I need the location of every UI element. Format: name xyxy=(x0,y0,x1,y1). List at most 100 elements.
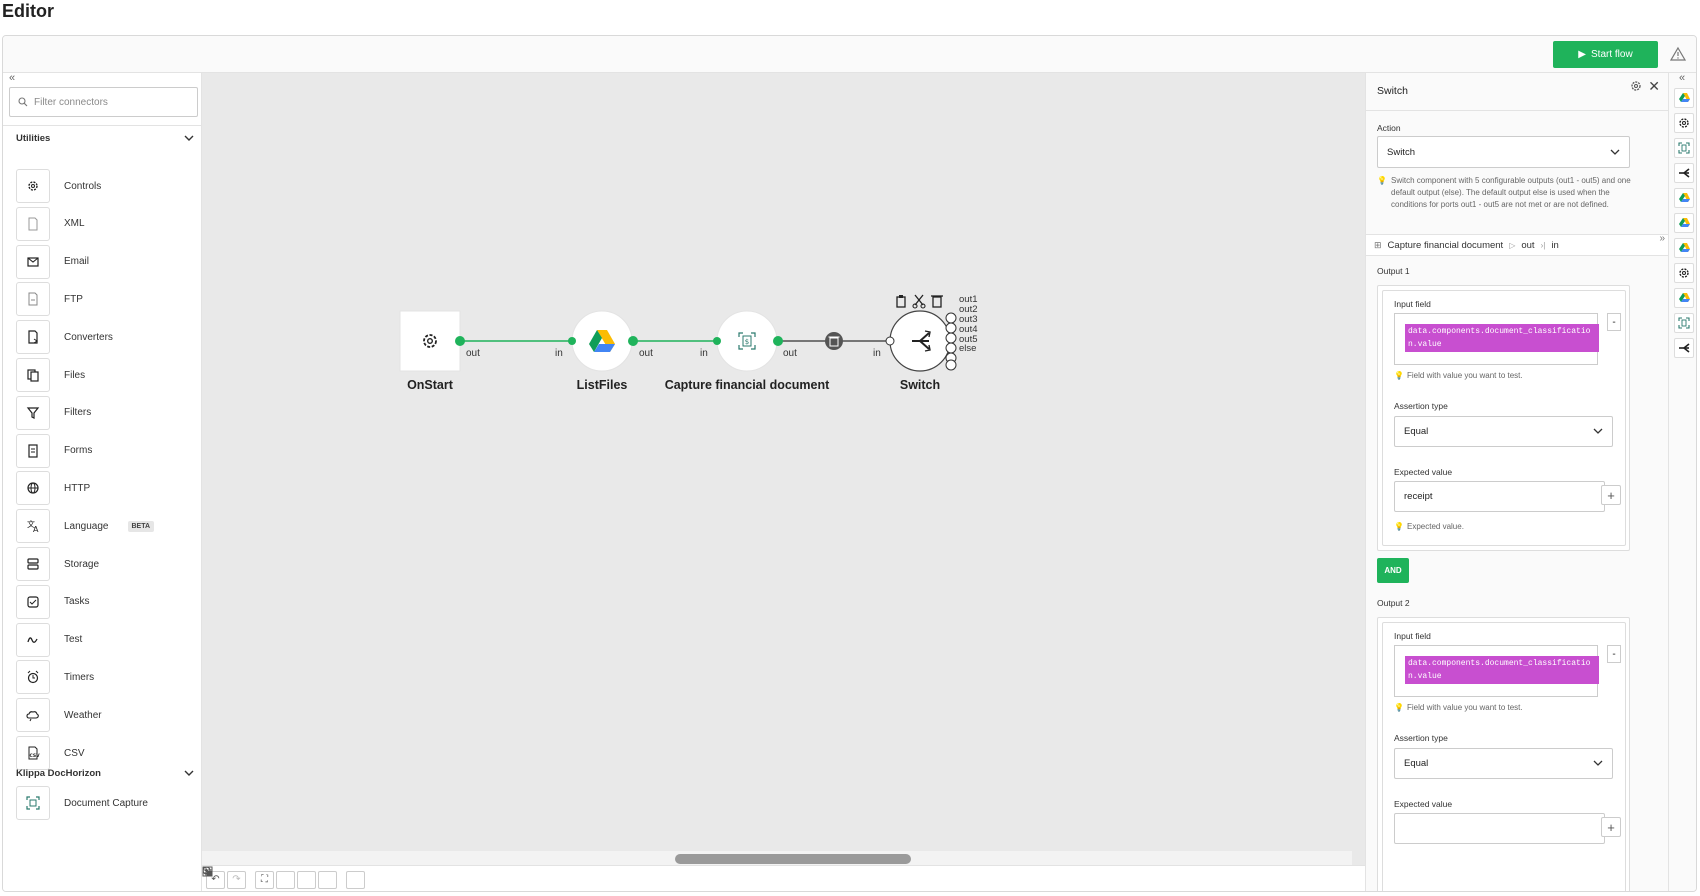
connector-ftp[interactable]: FTP xyxy=(16,281,83,317)
google-drive-icon[interactable] xyxy=(1674,238,1694,258)
remove-condition-button[interactable]: - xyxy=(1607,313,1621,331)
expected-value-input[interactable]: receipt xyxy=(1394,481,1605,512)
port-capture-in[interactable] xyxy=(713,337,721,345)
properties-panel: Switch ✕ Action Switch 💡 Switch componen… xyxy=(1365,73,1668,891)
connector-timers[interactable]: Timers xyxy=(16,659,94,695)
node-capture-financial-document[interactable]: $ xyxy=(716,310,778,372)
connector-label: Storage xyxy=(64,558,100,570)
node-switch[interactable] xyxy=(889,310,951,372)
connector-document-capture[interactable]: Document Capture xyxy=(16,785,148,821)
document-capture-icon[interactable] xyxy=(1674,313,1694,333)
connector-controls[interactable]: Controls xyxy=(16,168,101,204)
gear-icon[interactable] xyxy=(1674,113,1694,133)
collapse-right-icon[interactable]: « xyxy=(1679,72,1685,84)
zoom-out-button[interactable] xyxy=(202,866,316,889)
connector-weather[interactable]: Weather xyxy=(16,697,102,733)
connector-xml[interactable]: XML xyxy=(16,206,85,242)
port-switch-out1[interactable] xyxy=(945,312,957,324)
flow-graph: $ xyxy=(399,294,957,372)
connector-converters[interactable]: Converters xyxy=(16,319,113,355)
group-dochorizon[interactable]: Klippa DocHorizon xyxy=(16,768,194,779)
divider xyxy=(3,125,202,126)
port-switch-out2[interactable] xyxy=(945,322,957,334)
switch-icon[interactable] xyxy=(1674,163,1694,183)
google-drive-icon[interactable] xyxy=(1674,188,1694,208)
connector-test[interactable]: Test xyxy=(16,622,82,658)
group-utilities[interactable]: Utilities xyxy=(16,133,194,144)
zoom-in-button[interactable] xyxy=(202,866,295,889)
group-dochorizon-label: Klippa DocHorizon xyxy=(16,768,101,779)
gear-icon[interactable] xyxy=(1630,80,1642,92)
horizontal-scrollbar[interactable] xyxy=(202,851,1352,865)
plus-icon: + xyxy=(1607,487,1615,503)
connector-storage[interactable]: Storage xyxy=(16,546,99,582)
connector-http[interactable]: HTTP xyxy=(16,470,90,506)
connector-tasks[interactable]: Tasks xyxy=(16,584,90,620)
start-flow-button[interactable]: ▶ Start flow xyxy=(1553,41,1658,68)
input-field-tag[interactable]: data.components.document_classification.… xyxy=(1405,324,1599,352)
assertion-type-select[interactable]: Equal xyxy=(1394,748,1613,779)
redo-button[interactable]: ↷ xyxy=(227,870,246,889)
scrollbar-thumb[interactable] xyxy=(675,854,911,864)
clipboard-icon[interactable] xyxy=(896,295,906,308)
node-onstart[interactable] xyxy=(399,310,461,372)
google-drive-icon[interactable] xyxy=(1674,88,1694,108)
close-icon[interactable]: ✕ xyxy=(1648,78,1660,95)
trash-icon[interactable] xyxy=(931,295,943,308)
port-onstart-out[interactable] xyxy=(455,336,465,346)
scissors-icon[interactable] xyxy=(912,294,926,309)
remove-condition-button[interactable]: - xyxy=(1607,645,1621,663)
output-2-box: Input field data.components.document_cla… xyxy=(1377,617,1630,891)
and-button[interactable]: AND xyxy=(1377,558,1409,583)
collapse-left-icon[interactable]: « xyxy=(9,72,15,84)
action-label: Action xyxy=(1377,123,1401,133)
canvas-toolbar: ↶ ↷ ⛶ xyxy=(202,865,1365,891)
connector-forms[interactable]: Forms xyxy=(16,433,92,469)
connector-files[interactable]: Files xyxy=(16,357,85,393)
port-listfiles-in[interactable] xyxy=(568,337,576,345)
breadcrumb-out[interactable]: out xyxy=(1521,240,1534,251)
node-listfiles[interactable] xyxy=(571,310,633,372)
google-drive-icon[interactable] xyxy=(1674,213,1694,233)
delete-edge-button[interactable] xyxy=(825,332,843,350)
connector-csv[interactable]: CSV CSV xyxy=(16,735,85,771)
google-drive-icon[interactable] xyxy=(1674,288,1694,308)
assertion-type-label: Assertion type xyxy=(1394,401,1448,411)
filter-input[interactable] xyxy=(34,96,184,108)
expected-value-input[interactable] xyxy=(1394,813,1605,844)
chevron-down-icon xyxy=(1593,428,1603,434)
port-switch-out4[interactable] xyxy=(945,342,957,354)
port-listfiles-out[interactable] xyxy=(628,336,638,346)
fit-view-button[interactable]: ⛶ xyxy=(255,870,274,889)
filter-connectors[interactable] xyxy=(9,87,198,117)
document-capture-icon[interactable] xyxy=(1674,138,1694,158)
input-field[interactable]: data.components.document_classification.… xyxy=(1394,313,1599,365)
connector-filters[interactable]: Filters xyxy=(16,395,91,431)
action-select[interactable]: Switch xyxy=(1377,136,1630,168)
add-value-button[interactable]: + xyxy=(1601,485,1621,505)
flow-canvas[interactable]: $ OnStart ListFiles Capture financial do… xyxy=(202,73,1365,891)
switch-icon[interactable] xyxy=(1674,338,1694,358)
connector-email[interactable]: Email xyxy=(16,244,89,280)
collapse-icon[interactable]: » xyxy=(1659,233,1665,244)
breadcrumb-in[interactable]: in xyxy=(1551,240,1558,251)
gear-icon[interactable] xyxy=(1674,263,1694,283)
email-icon xyxy=(16,244,50,279)
minimap-button[interactable] xyxy=(202,866,337,889)
assertion-type-select[interactable]: Equal xyxy=(1394,416,1613,447)
connector-language[interactable]: 文 A Language BETA xyxy=(16,508,155,544)
list-icon: ⊞ xyxy=(1374,239,1382,250)
input-field-tag[interactable]: data.components.document_classification.… xyxy=(1405,656,1599,684)
warning-icon[interactable] xyxy=(1670,46,1686,62)
add-value-button[interactable]: + xyxy=(1601,817,1621,837)
port-switch-in[interactable] xyxy=(885,336,895,346)
port-capture-out[interactable] xyxy=(773,336,783,346)
action-value: Switch xyxy=(1387,146,1415,158)
breadcrumb-node[interactable]: Capture financial document xyxy=(1388,240,1504,251)
svg-text:$: $ xyxy=(745,338,749,346)
table-view-button[interactable] xyxy=(202,866,365,889)
port-switch-out3[interactable] xyxy=(945,332,957,344)
input-field[interactable]: data.components.document_classification.… xyxy=(1394,645,1599,697)
output-1-title: Output 1 xyxy=(1377,266,1410,276)
port-switch-else[interactable] xyxy=(945,359,957,371)
